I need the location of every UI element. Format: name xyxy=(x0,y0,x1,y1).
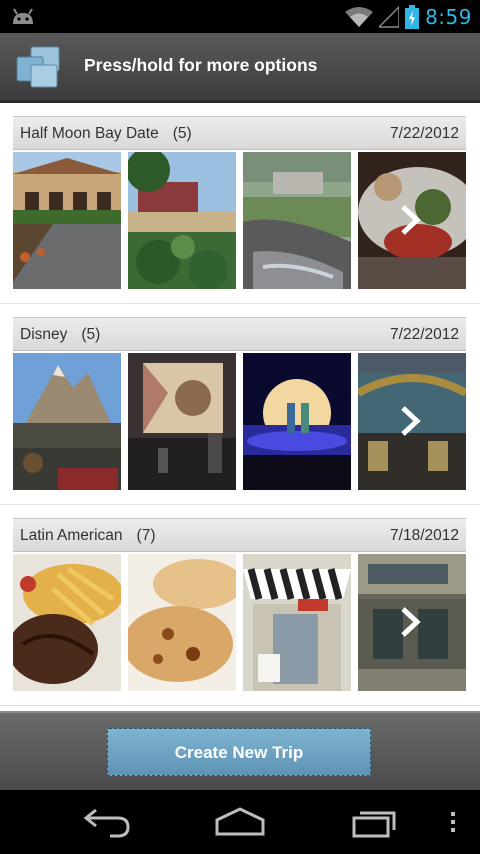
page-title: Press/hold for more options xyxy=(84,55,318,75)
trip-name: Disney xyxy=(20,326,68,343)
photo-thumbnail[interactable] xyxy=(13,152,121,289)
home-icon[interactable] xyxy=(214,806,266,838)
photo-thumbnail-more[interactable] xyxy=(358,353,466,490)
navigation-bar xyxy=(0,790,480,854)
photo-thumbnail[interactable] xyxy=(128,353,236,490)
photo-strip xyxy=(13,152,467,289)
trip-photo-count: (5) xyxy=(81,326,101,343)
photo-thumbnail-more[interactable] xyxy=(358,152,466,289)
trip-photo-count: (7) xyxy=(136,527,156,544)
battery-icon xyxy=(405,4,420,29)
trip-header[interactable]: Latin American (7) 7/18/2012 xyxy=(13,518,466,552)
recent-apps-icon[interactable] xyxy=(350,806,400,838)
photo-thumbnail-more[interactable] xyxy=(358,554,466,691)
chevron-right-icon xyxy=(401,205,421,235)
photo-thumbnail[interactable] xyxy=(243,152,351,289)
photo-thumbnail[interactable] xyxy=(128,152,236,289)
trip-date: 7/22/2012 xyxy=(390,125,459,142)
photo-thumbnail[interactable] xyxy=(128,554,236,691)
wifi-icon xyxy=(345,6,374,27)
back-icon[interactable] xyxy=(82,806,132,838)
chevron-right-icon xyxy=(401,607,421,637)
photo-strip xyxy=(13,353,467,490)
status-bar: 8:59 xyxy=(0,0,480,33)
trip-date: 7/22/2012 xyxy=(390,326,459,343)
trip-item-half-moon-bay[interactable]: Half Moon Bay Date (5) 7/22/2012 xyxy=(0,103,480,304)
photo-thumbnail[interactable] xyxy=(243,353,351,490)
trip-header[interactable]: Disney (5) 7/22/2012 xyxy=(13,317,466,351)
trip-list[interactable]: Half Moon Bay Date (5) 7/22/2012 Disney … xyxy=(0,103,480,711)
overflow-menu-icon[interactable] xyxy=(448,806,458,838)
trip-header[interactable]: Half Moon Bay Date (5) 7/22/2012 xyxy=(13,116,466,150)
clock: 8:59 xyxy=(425,4,472,29)
trip-name: Half Moon Bay Date xyxy=(20,125,159,142)
trip-item-latin-american[interactable]: Latin American (7) 7/18/2012 xyxy=(0,505,480,706)
photo-thumbnail[interactable] xyxy=(243,554,351,691)
trip-name: Latin American xyxy=(20,527,123,544)
trip-photo-count: (5) xyxy=(172,125,192,142)
photo-thumbnail[interactable] xyxy=(13,353,121,490)
chevron-right-icon xyxy=(401,406,421,436)
photo-thumbnail[interactable] xyxy=(13,554,121,691)
create-new-trip-button[interactable]: Create New Trip xyxy=(107,728,371,776)
action-bar: Press/hold for more options xyxy=(0,33,480,103)
signal-icon xyxy=(379,5,400,28)
app-logo-icon[interactable] xyxy=(15,45,63,89)
trip-date: 7/18/2012 xyxy=(390,527,459,544)
trip-item-disney[interactable]: Disney (5) 7/22/2012 xyxy=(0,304,480,505)
android-icon xyxy=(13,8,33,24)
bottom-bar: Create New Trip xyxy=(0,711,480,792)
photo-strip xyxy=(13,554,467,691)
